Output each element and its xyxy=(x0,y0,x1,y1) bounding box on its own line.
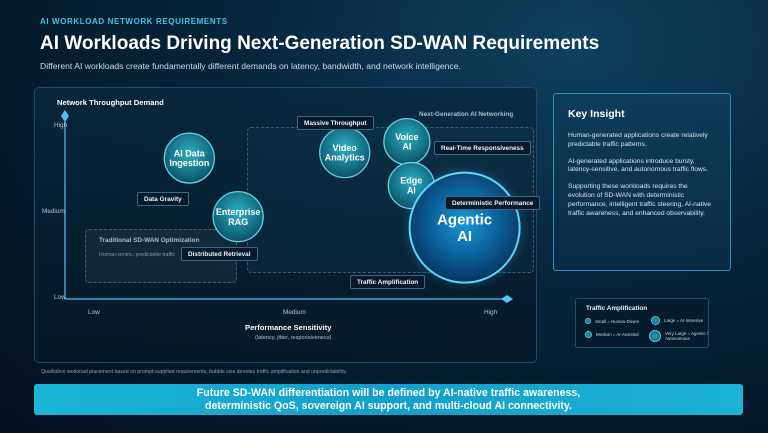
x-axis-subtitle: (latency, jitter, responsiveness) xyxy=(255,335,332,341)
legend-item-medium: Medium = AI-Assisted xyxy=(585,331,639,338)
banner-line-1: Future SD-WAN differentiation will be de… xyxy=(196,387,581,399)
legend-item-very-large: Very Large = Agentic / Autonomous xyxy=(649,330,709,342)
conclusion-banner: Future SD-WAN differentiation will be de… xyxy=(34,384,743,415)
bubble-label-ai-data-ingestion: AI Data Ingestion xyxy=(169,148,209,168)
x-tick-low: Low xyxy=(88,309,100,316)
eyebrow-label: AI WORKLOAD NETWORK REQUIREMENTS xyxy=(40,17,228,26)
bubble-label-line: Ingestion xyxy=(169,158,209,168)
legend-item-small: Small = Human-Driven xyxy=(585,318,639,324)
banner-line-2: deterministic QoS, sovereign AI support,… xyxy=(205,399,572,412)
insight-paragraph-1: Human-generated applications create rela… xyxy=(568,132,708,148)
y-tick-medium: Medium xyxy=(42,208,65,215)
chart-footnote: Qualitative workload placement based on … xyxy=(41,369,347,375)
insight-title: Key Insight xyxy=(568,108,625,120)
insight-paragraph-3: Supporting these workloads requires the … xyxy=(568,183,711,217)
callout-real-time: Real-Time Responsiveness xyxy=(434,141,531,155)
y-axis-title: Network Throughput Demand xyxy=(57,98,164,107)
callout-traffic-amplification: Traffic Amplification xyxy=(350,275,426,289)
legend-label-very-large: Very Large = Agentic / Autonomous xyxy=(665,331,709,341)
bubble-label-line: Agentic xyxy=(437,212,492,229)
bubble-label-line: Voice xyxy=(395,132,418,142)
callout-deterministic: Deterministic Performance xyxy=(445,196,541,210)
callout-massive-throughput: Massive Throughput xyxy=(297,116,374,130)
page-title: AI Workloads Driving Next-Generation SD-… xyxy=(40,33,600,54)
chart-panel: Next-Generation AI Networking Traditiona… xyxy=(34,87,541,363)
x-tick-medium: Medium xyxy=(283,309,306,316)
insight-paragraph-2: AI-generated applications introduce burs… xyxy=(568,157,709,174)
legend-item-large: Large = AI-Intensive xyxy=(651,316,703,325)
bubble-label-line: AI xyxy=(457,228,472,245)
legend-dot-very-large xyxy=(649,330,661,342)
bubble-label-line: Video xyxy=(333,143,358,153)
legend-label-small: Small = Human-Driven xyxy=(595,318,640,324)
legend-label-medium: Medium = AI-Assisted xyxy=(596,332,639,337)
legend-dot-large xyxy=(651,316,660,325)
legend-dot-medium xyxy=(585,331,592,338)
y-axis-arrow xyxy=(61,110,69,122)
bubble-label-line: Enterprise xyxy=(216,207,261,217)
bubble-label-line: Analytics xyxy=(325,153,365,163)
key-insight-panel: Key Insight Human-generated applications… xyxy=(553,93,731,271)
x-tick-high: High xyxy=(484,309,498,316)
bubble-label-line: AI xyxy=(402,142,411,152)
page-subtitle: Different AI workloads create fundamenta… xyxy=(40,61,461,71)
bubble-label-line: RAG xyxy=(228,217,248,227)
y-tick-high: High xyxy=(54,122,68,129)
legend-label-large: Large = AI-Intensive xyxy=(664,318,704,323)
traffic-legend: Traffic Amplification Small = Human-Driv… xyxy=(575,298,709,348)
legend-title: Traffic Amplification xyxy=(586,305,648,312)
callout-distributed-retrieval: Distributed Retrieval xyxy=(181,247,258,261)
y-tick-low: Low xyxy=(54,294,66,301)
bubble-label-line: AI Data xyxy=(174,148,206,158)
x-axis-title: Performance Sensitivity xyxy=(245,323,332,332)
legend-dot-small xyxy=(585,318,591,324)
callout-data-gravity: Data Gravity xyxy=(137,192,189,206)
x-axis-arrow xyxy=(501,295,513,303)
